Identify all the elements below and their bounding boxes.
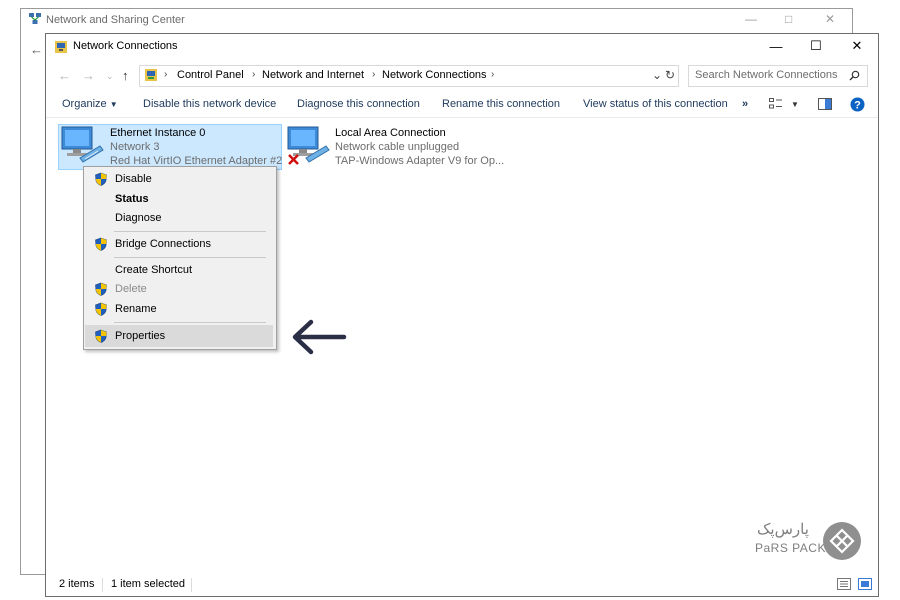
desktop-right [878,0,890,600]
pars-pack-logo-icon [823,522,861,560]
view-status-button[interactable]: View status of this connection [583,98,728,110]
preview-pane-icon[interactable] [818,98,832,110]
menu-item-label: Properties [115,330,166,342]
menu-item-label: Rename [115,303,157,315]
menu-item-status[interactable]: Status [86,189,272,209]
menu-item-label: Bridge Connections [115,238,212,250]
menu-item-rename[interactable]: Rename [86,299,272,319]
search-icon[interactable] [849,70,860,81]
network-sharing-icon [29,13,41,24]
svg-text:?: ? [854,100,861,112]
search-placeholder: Search Network Connections [695,69,838,81]
desktop-left [0,0,20,600]
annotation-arrow-icon [292,319,347,355]
address-dropdown-icon[interactable]: ⌄ [652,68,662,82]
menu-item-label: Delete [115,283,147,295]
breadcrumb-separator-icon: › [164,69,168,80]
command-bar: Organize ▼ Disable this network device D… [46,91,878,118]
forward-icon[interactable]: → [82,68,95,83]
title-bar: Network Connections — ☐ ✕ [46,34,878,60]
background-window-title: Network and Sharing Center [46,14,185,26]
menu-item-bridge[interactable]: Bridge Connections [86,234,272,254]
menu-item-create-shortcut[interactable]: Create Shortcut [86,260,272,280]
more-commands-button[interactable]: » [742,98,748,110]
view-dropdown-icon[interactable]: ▼ [791,100,799,109]
connection-name: Ethernet Instance 0 [110,127,206,139]
view-options-icon[interactable] [769,98,783,110]
back-close-icon[interactable]: ✕ [825,12,835,26]
back-arrow-icon[interactable]: ← [30,42,43,57]
minimize-icon[interactable]: — [756,34,796,58]
organize-button[interactable]: Organize ▼ [62,98,118,110]
connection-network: Network 3 [110,141,160,153]
diagnose-button[interactable]: Diagnose this connection [297,98,420,110]
network-connections-icon [55,41,67,53]
selection-count: 1 item selected [111,578,185,590]
breadcrumb-network-internet[interactable]: Network and Internet [262,69,364,81]
menu-item-label: Create Shortcut [115,264,193,276]
menu-item-delete[interactable]: Delete [86,279,272,299]
connection-network: Network cable unplugged [335,141,460,153]
breadcrumb-separator-icon: › [372,69,376,80]
disable-device-button[interactable]: Disable this network device [143,98,276,110]
breadcrumb-control-panel[interactable]: Control Panel [177,69,244,81]
uac-shield-icon [95,302,107,316]
maximize-icon[interactable]: ☐ [796,34,836,58]
recent-chevron-icon[interactable]: ⌄ [106,71,114,82]
chevron-down-icon: ▼ [109,100,118,109]
menu-item-diagnose[interactable]: Diagnose [86,208,272,228]
menu-item-disable[interactable]: Disable [86,169,272,189]
context-menu: Disable Status Diagnose Bridge Connectio… [83,166,277,350]
menu-separator [114,231,266,232]
uac-shield-icon [95,282,107,296]
refresh-icon[interactable]: ↻ [665,68,675,82]
menu-item-label: Diagnose [115,212,162,224]
uac-shield-icon [95,329,107,343]
menu-item-label: Status [115,193,149,205]
menu-item-label: Disable [115,173,152,185]
details-view-icon[interactable] [837,578,851,590]
menu-separator [114,322,266,323]
network-adapter-disconnected-icon [287,126,330,165]
menu-separator [114,257,266,258]
uac-shield-icon [95,237,107,251]
menu-item-properties[interactable]: Properties [85,325,273,347]
network-adapter-icon [61,126,104,163]
breadcrumb-network-connections[interactable]: Network Connections [382,69,487,81]
address-bar[interactable]: › Control Panel › Network and Internet ›… [139,65,679,87]
item-count: 2 items [59,578,95,590]
connection-name[interactable]: Local Area Connection [335,127,446,139]
uac-shield-icon [95,172,107,186]
connection-adapter: TAP-Windows Adapter V9 for Op... [335,155,505,167]
window-title: Network Connections [73,40,178,52]
back-icon[interactable]: ← [58,68,71,83]
rename-button[interactable]: Rename this connection [442,98,560,110]
logo-persian-text: پارس‌پک [757,521,809,538]
up-icon[interactable]: ↑ [122,68,129,83]
control-panel-icon [145,69,157,81]
back-minimize-icon[interactable]: — [745,12,757,26]
address-row: ← → ⌄ ↑ › Control Panel › Network and In… [46,60,878,88]
help-icon[interactable]: ? [850,97,865,112]
back-maximize-icon[interactable]: □ [785,12,792,26]
logo-text: PaRS PACK [755,541,826,555]
status-bar: 2 items 1 item selected [46,574,878,596]
status-divider [102,578,103,592]
breadcrumb-separator-icon: › [252,69,256,80]
search-box[interactable]: Search Network Connections [688,65,868,87]
close-icon[interactable]: ✕ [837,34,877,58]
large-icons-view-icon[interactable] [858,578,872,590]
status-divider [191,578,192,592]
breadcrumb-separator-icon: › [491,69,495,80]
organize-label: Organize [62,98,107,110]
